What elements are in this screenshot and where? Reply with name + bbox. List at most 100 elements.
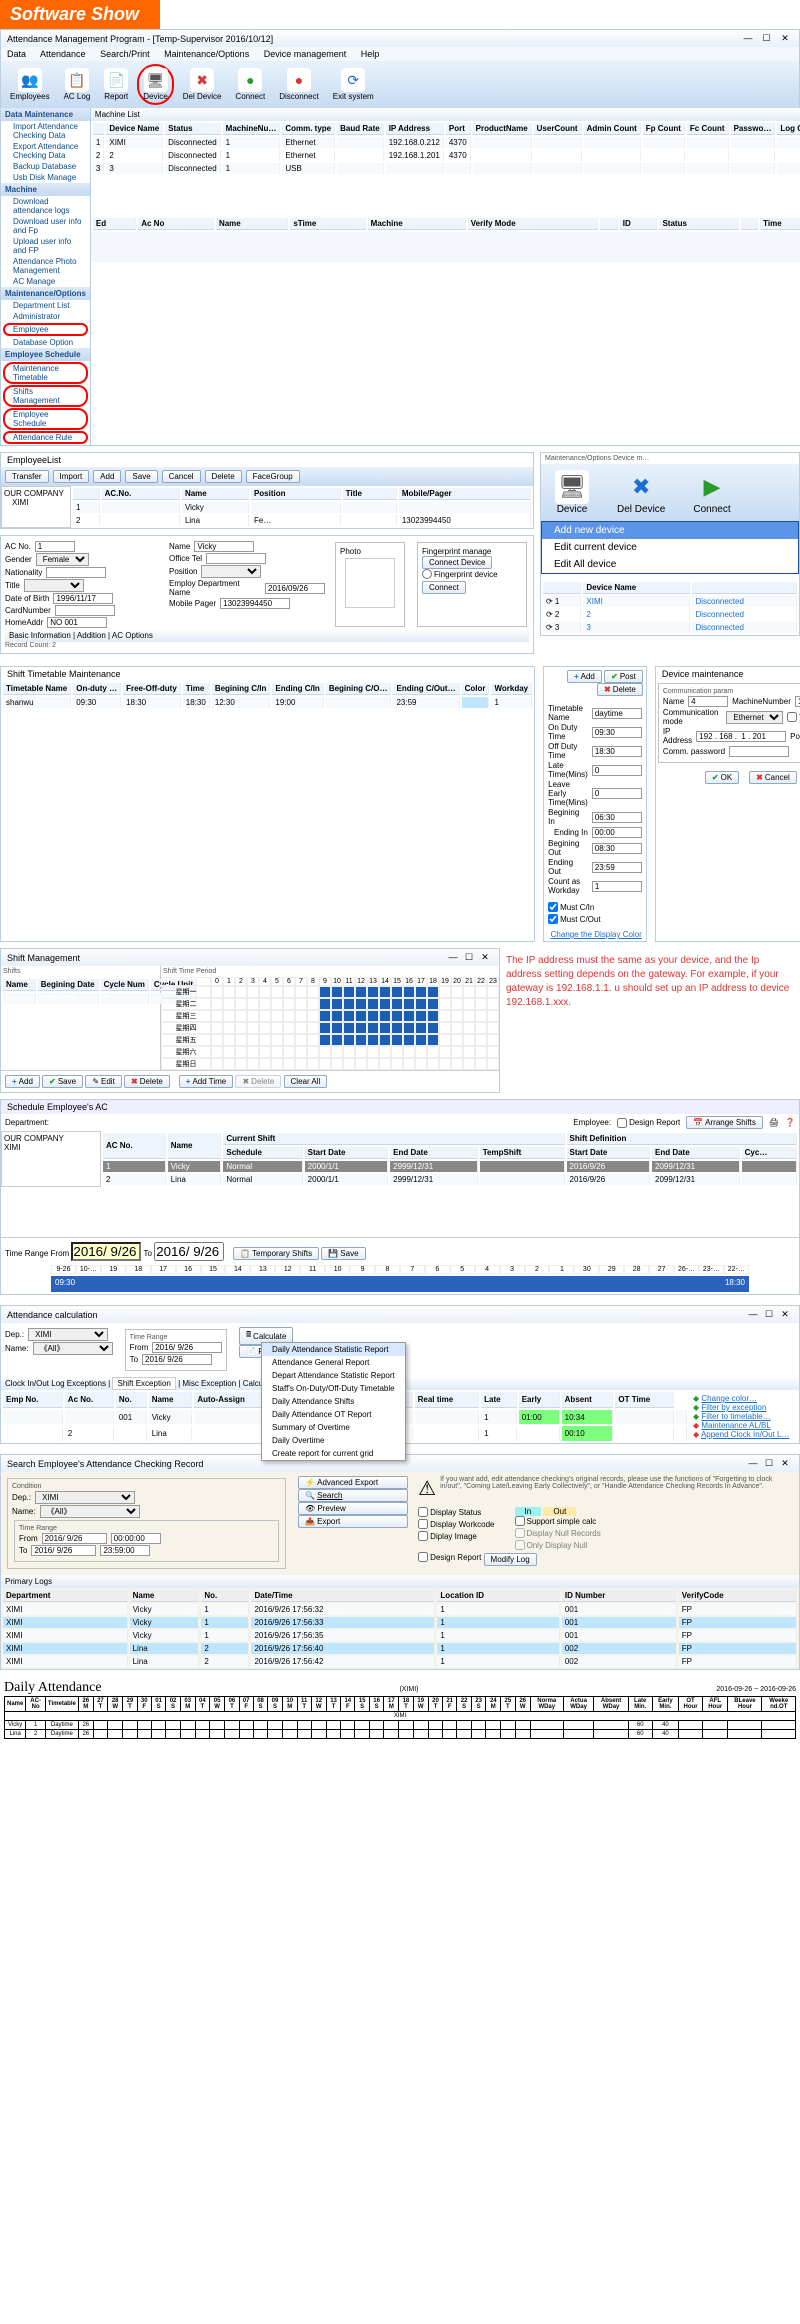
stt-name[interactable] bbox=[592, 708, 642, 719]
emp-add[interactable]: Add bbox=[93, 470, 121, 483]
connect-button[interactable]: Connect bbox=[422, 581, 466, 594]
dm-mnum[interactable] bbox=[795, 696, 800, 707]
side-employee-schedule[interactable]: Employee Schedule bbox=[3, 408, 88, 430]
s-to-t[interactable] bbox=[100, 1545, 150, 1556]
link-filter-ex[interactable]: Filter by exception bbox=[701, 1403, 766, 1412]
side-import-attendance-checking-data[interactable]: Import Attendance Checking Data bbox=[1, 121, 90, 141]
side-ac-manage[interactable]: AC Manage bbox=[1, 276, 90, 287]
tab-acoptions[interactable]: AC Options bbox=[112, 631, 153, 640]
tab-machinelist[interactable]: Machine List bbox=[91, 108, 800, 121]
sched-from[interactable] bbox=[71, 1242, 141, 1261]
tb-connect[interactable]: ●Connect bbox=[230, 65, 270, 104]
link-filter-tt[interactable]: Filter to timetable… bbox=[701, 1412, 770, 1421]
side-administrator[interactable]: Administrator bbox=[1, 311, 90, 322]
s-dep[interactable]: XIMI bbox=[35, 1491, 135, 1504]
tab-primary-logs[interactable]: Primary Logs bbox=[1, 1575, 799, 1588]
menu-attendance[interactable]: Attendance bbox=[40, 49, 86, 59]
depart-input[interactable] bbox=[265, 583, 325, 594]
link-changecolor[interactable]: Change color… bbox=[701, 1394, 757, 1403]
help-icon[interactable]: ❓ bbox=[785, 1118, 795, 1127]
export-button[interactable]: 📤 Export bbox=[298, 1515, 408, 1528]
sm-add[interactable]: +Add bbox=[5, 1075, 40, 1088]
tab-miscex[interactable]: Misc Exception bbox=[182, 1379, 236, 1388]
pos-select[interactable] bbox=[201, 565, 261, 578]
side-upload-user-info-and-fp[interactable]: Upload user info and FP bbox=[1, 236, 90, 256]
sched-tree[interactable]: OUR COMPANY XIMI bbox=[1, 1131, 101, 1187]
stt-late[interactable] bbox=[592, 765, 642, 776]
tab-addition[interactable]: Addition bbox=[77, 631, 106, 640]
arrange-shifts-button[interactable]: 📅 Arrange Shifts bbox=[686, 1116, 763, 1129]
name-input[interactable] bbox=[194, 541, 254, 552]
tab-shiftex[interactable]: Shift Exception bbox=[112, 1377, 175, 1390]
stt-eIn[interactable] bbox=[592, 827, 642, 838]
tb-device[interactable]: 🖥Device bbox=[137, 64, 173, 105]
acno-input[interactable] bbox=[35, 541, 75, 552]
stt-off[interactable] bbox=[592, 746, 642, 757]
s-to-d[interactable] bbox=[31, 1545, 96, 1556]
sm-deltime[interactable]: ✖Delete bbox=[235, 1075, 281, 1088]
post-button[interactable]: ✔Post bbox=[604, 670, 643, 683]
disp-work[interactable] bbox=[418, 1519, 428, 1529]
delete-button[interactable]: ✖Delete bbox=[597, 683, 643, 696]
emp-transfer[interactable]: Transfer bbox=[5, 470, 49, 483]
ac-dep[interactable]: XIMI bbox=[28, 1328, 108, 1341]
ac-to[interactable] bbox=[142, 1354, 212, 1365]
maximize-button[interactable]: ☐ bbox=[758, 33, 774, 44]
rm-daily-stat[interactable]: Daily Attendance Statistic Report bbox=[262, 1343, 405, 1356]
dm-pwd[interactable] bbox=[729, 746, 789, 757]
emp-tree[interactable]: OUR COMPANY XIMI bbox=[1, 486, 71, 528]
rm-shifts[interactable]: Daily Attendance Shifts bbox=[262, 1395, 405, 1408]
rm-sumot[interactable]: Summary of Overtime bbox=[262, 1421, 405, 1434]
change-color-link[interactable]: Change the Display Color bbox=[551, 930, 642, 939]
stt-early[interactable] bbox=[592, 788, 642, 799]
rm-ot[interactable]: Daily Attendance OT Report bbox=[262, 1408, 405, 1421]
sm-close[interactable]: ✕ bbox=[477, 952, 493, 963]
ac-name[interactable]: 《All》 bbox=[33, 1342, 113, 1355]
sched-save-button[interactable]: 💾 Save bbox=[321, 1247, 365, 1260]
addr-input[interactable] bbox=[47, 617, 107, 628]
big-del-device[interactable]: ✖Del Device bbox=[603, 464, 679, 521]
side-usb-disk-manage[interactable]: Usb Disk Manage bbox=[1, 172, 90, 183]
menu-search[interactable]: Search/Print bbox=[100, 49, 150, 59]
photo-box[interactable] bbox=[345, 558, 395, 608]
minimize-button[interactable]: — bbox=[740, 33, 756, 43]
tab-clocklog[interactable]: Clock In/Out Log Exceptions bbox=[5, 1379, 106, 1388]
menu-edit-current[interactable]: Edit current device bbox=[542, 539, 798, 556]
tb-ac-log[interactable]: 📋AC Log bbox=[59, 65, 96, 104]
s-from-t[interactable] bbox=[111, 1533, 161, 1544]
side-employee[interactable]: Employee bbox=[3, 323, 88, 336]
side-department-list[interactable]: Department List bbox=[1, 300, 90, 311]
card-input[interactable] bbox=[55, 605, 115, 616]
modify-log-button[interactable]: Modify Log bbox=[484, 1553, 537, 1566]
sm-addtime[interactable]: +Add Time bbox=[179, 1075, 233, 1088]
rm-create[interactable]: Create report for current grid bbox=[262, 1447, 405, 1460]
dm-ok[interactable]: ✔OK bbox=[705, 771, 739, 784]
rm-onoff[interactable]: Staff's On-Duty/Off-Duty Timetable bbox=[262, 1382, 405, 1395]
temp-shifts-button[interactable]: 📋 Temporary Shifts bbox=[233, 1247, 319, 1260]
menu-data[interactable]: Data bbox=[7, 49, 26, 59]
s-from-d[interactable] bbox=[42, 1533, 107, 1544]
design-report-chk2[interactable] bbox=[418, 1552, 428, 1562]
emp-save[interactable]: Save bbox=[125, 470, 157, 483]
side-maintenance-timetable[interactable]: Maintenance Timetable bbox=[3, 362, 88, 384]
tb-del-device[interactable]: ✖Del Device bbox=[178, 65, 227, 104]
add-button[interactable]: +Add bbox=[567, 670, 602, 683]
sm-clear[interactable]: Clear All bbox=[284, 1075, 328, 1088]
side-database-option[interactable]: Database Option bbox=[1, 337, 90, 348]
tab-basic[interactable]: Basic Information bbox=[9, 631, 71, 640]
tb-disconnect[interactable]: ●Disconnect bbox=[274, 65, 324, 104]
emp-cancel[interactable]: Cancel bbox=[162, 470, 201, 483]
gender-select[interactable]: Female bbox=[36, 553, 89, 566]
search-button[interactable]: 🔍 Search bbox=[298, 1489, 408, 1502]
link-maint[interactable]: Maintenance AL/BL bbox=[701, 1421, 770, 1430]
mobile-input[interactable] bbox=[220, 598, 290, 609]
dm-ip[interactable] bbox=[696, 731, 786, 742]
s-name[interactable]: 《All》 bbox=[40, 1505, 140, 1518]
sm-edit[interactable]: ✎Edit bbox=[85, 1075, 122, 1088]
menu-device[interactable]: Device management bbox=[264, 49, 347, 59]
title-select[interactable] bbox=[24, 579, 84, 592]
sm-max[interactable]: ☐ bbox=[461, 952, 477, 963]
rm-depart[interactable]: Depart Attendance Statistic Report bbox=[262, 1369, 405, 1382]
stt-on[interactable] bbox=[592, 727, 642, 738]
side-export-attendance-checking-data[interactable]: Export Attendance Checking Data bbox=[1, 141, 90, 161]
